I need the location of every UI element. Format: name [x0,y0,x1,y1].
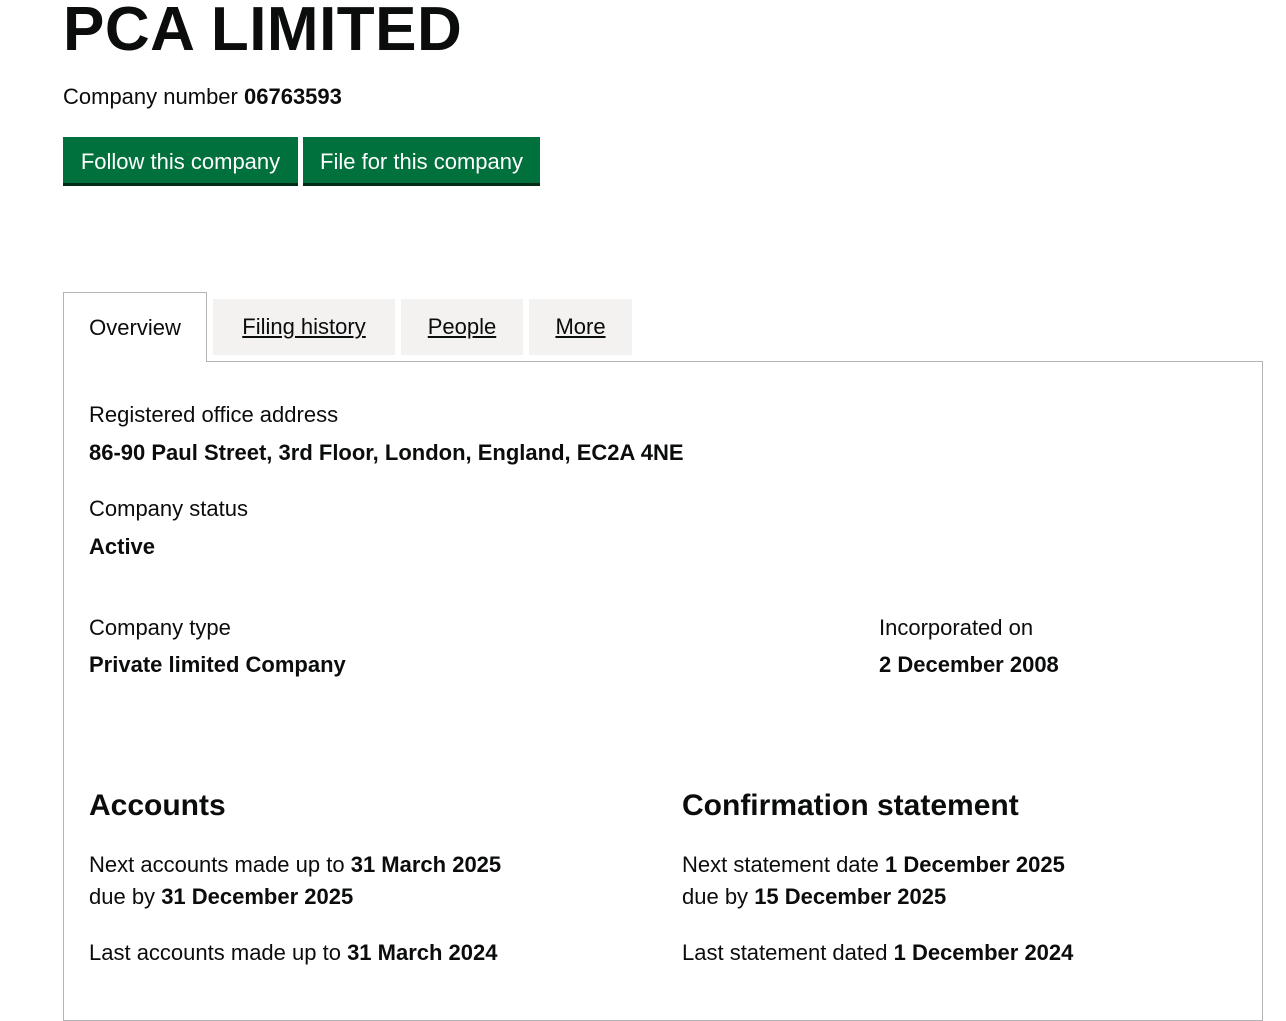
tab-overview[interactable]: Overview [63,292,207,362]
company-number-value: 06763593 [244,84,342,109]
accounts-next-label: Next accounts made up to [89,852,345,877]
page-title: PCA LIMITED [63,0,463,64]
confirmation-due-value: 15 December 2025 [754,884,947,909]
accounts-due: due by 31 December 2025 [89,884,353,910]
incorporated-label: Incorporated on [879,615,1034,640]
company-type-label: Company type [89,615,231,640]
company-number: Company number 06763593 [63,84,342,110]
accounts-due-value: 31 December 2025 [161,884,354,909]
follow-company-button[interactable]: Follow this company [63,137,298,186]
accounts-heading: Accounts [89,789,226,822]
tab-more[interactable]: More [529,299,632,355]
company-status-value: Active [89,534,156,559]
accounts-next-value: 31 March 2025 [350,852,502,877]
tab-filing-history[interactable]: Filing history [213,299,395,355]
confirmation-last: Last statement dated 1 December 2024 [682,940,1073,966]
confirmation-last-value: 1 December 2024 [893,940,1074,965]
incorporated-value: 2 December 2008 [879,652,1059,677]
confirmation-due-label: due by [682,884,749,909]
accounts-last-value: 31 March 2024 [347,940,498,965]
tab-people[interactable]: People [401,299,523,355]
confirmation-last-label: Last statement dated [682,940,888,965]
confirmation-next-label: Next statement date [682,852,879,877]
company-number-label: Company number [63,84,238,109]
accounts-due-label: due by [89,884,156,909]
company-status-label: Company status [89,496,248,521]
accounts-next: Next accounts made up to 31 March 2025 [89,852,501,878]
registered-office-value: 86-90 Paul Street, 3rd Floor, London, En… [89,440,684,465]
confirmation-next-value: 1 December 2025 [885,852,1065,877]
confirmation-due: due by 15 December 2025 [682,884,946,910]
confirmation-heading: Confirmation statement [682,789,1019,822]
overview-panel: Registered office address 86-90 Paul Str… [63,361,1263,1021]
file-for-company-button[interactable]: File for this company [303,137,540,186]
accounts-last-label: Last accounts made up to [89,940,341,965]
company-type-value: Private limited Company [89,652,346,677]
confirmation-next: Next statement date 1 December 2025 [682,852,1065,878]
registered-office-label: Registered office address [89,402,339,427]
accounts-last: Last accounts made up to 31 March 2024 [89,940,498,966]
